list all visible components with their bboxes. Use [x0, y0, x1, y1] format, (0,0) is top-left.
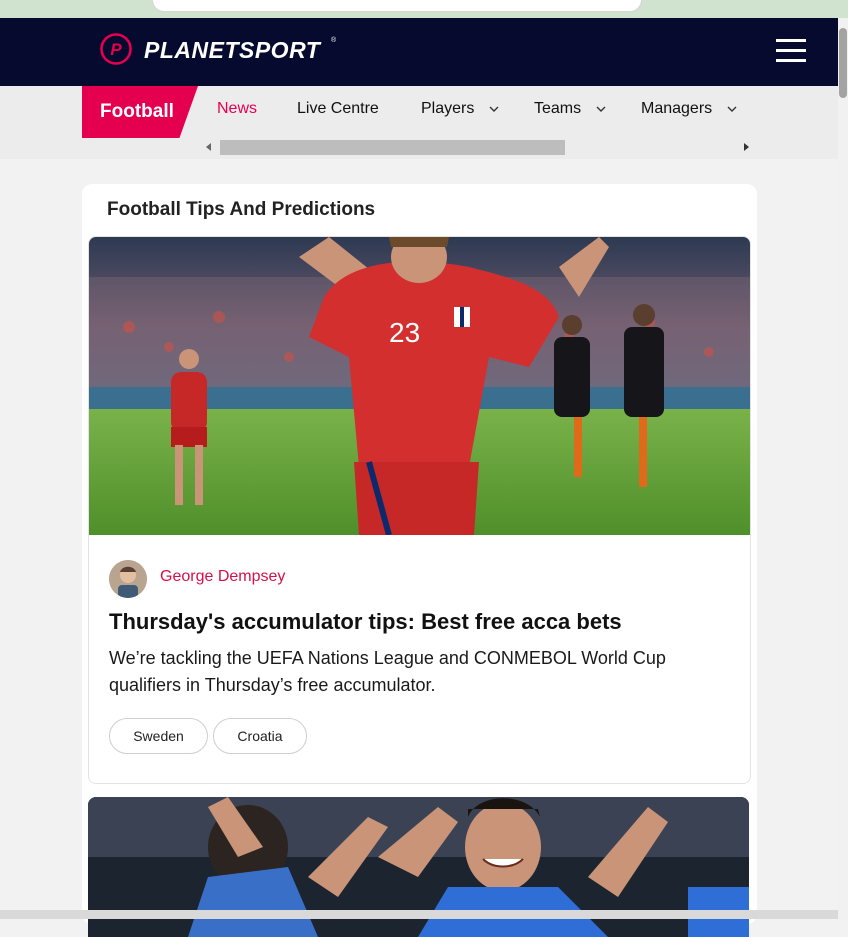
section-title: Football Tips And Predictions: [107, 199, 376, 220]
nav-item-label: Teams: [534, 100, 582, 117]
shirt-number: 23: [389, 317, 420, 348]
nav-item-players[interactable]: Players: [421, 100, 499, 118]
page-vertical-scrollbar[interactable]: [838, 18, 848, 919]
address-bar[interactable]: [152, 0, 642, 12]
author-name-link[interactable]: George Dempsey: [160, 568, 285, 586]
chevron-down-icon: [596, 106, 606, 112]
nav-item-live-centre[interactable]: Live Centre: [297, 100, 379, 118]
nav-item-label: News: [217, 100, 258, 117]
scroll-left-arrow-icon[interactable]: [206, 143, 211, 151]
logo-mark-letter: P: [110, 40, 122, 59]
author-avatar[interactable]: [109, 560, 147, 598]
nav-item-label: Players: [421, 100, 475, 117]
planetsport-logo-icon[interactable]: P: [100, 33, 132, 65]
hamburger-menu-icon[interactable]: [772, 36, 808, 66]
section-nav: Football News Live Centre Players Teams …: [0, 86, 838, 159]
scrollbar-thumb[interactable]: [839, 28, 847, 98]
author-avatar-icon: [109, 560, 147, 598]
nav-section-football[interactable]: Football: [82, 86, 198, 138]
nav-item-label: Live Centre: [297, 100, 379, 117]
nav-item-managers[interactable]: Managers: [641, 100, 737, 118]
article-summary: We’re tackling the UEFA Nations League a…: [109, 648, 666, 695]
nav-item-label: Managers: [641, 100, 713, 117]
chevron-down-icon: [727, 106, 737, 112]
brand-logo-text[interactable]: PLANETSPORT: [144, 37, 320, 64]
nav-item-news[interactable]: News: [217, 100, 257, 118]
tag-label: Sweden: [133, 728, 184, 744]
tag-label: Croatia: [237, 728, 283, 744]
browser-toolbar: [0, 0, 848, 18]
article-card[interactable]: 23 George Dempsey Thursday's accumulator…: [88, 236, 751, 784]
page-horizontal-scrollbar[interactable]: [0, 910, 838, 919]
article-headline[interactable]: Thursday's accumulator tips: Best free a…: [109, 609, 622, 635]
scroll-right-arrow-icon[interactable]: [744, 143, 749, 151]
nav-item-teams[interactable]: Teams: [534, 100, 606, 118]
chevron-down-icon: [489, 106, 499, 112]
norway-player-celebrating-photo[interactable]: 23: [89, 237, 750, 535]
tag-croatia[interactable]: Croatia: [213, 718, 307, 754]
site-header: P PLANETSPORT ®: [0, 18, 838, 86]
nav-horizontal-scrollbar[interactable]: [220, 140, 565, 155]
tag-sweden[interactable]: Sweden: [109, 718, 208, 754]
registered-mark: ®: [331, 37, 337, 44]
